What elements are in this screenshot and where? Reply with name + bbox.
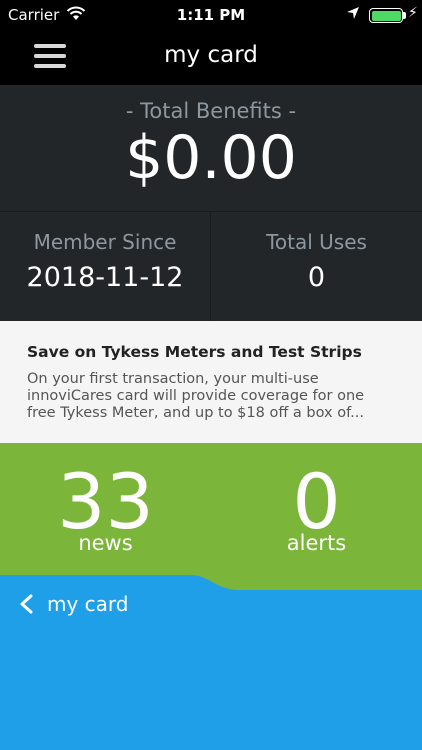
promo-title: Save on Tykess Meters and Test Strips [27, 343, 362, 361]
charging-bolt-icon: ⚡ [408, 5, 418, 21]
total-benefits-label: - Total Benefits - [125, 99, 297, 123]
total-benefits-section: - Total Benefits - $0.00 [0, 85, 422, 211]
page-title: my card [164, 42, 258, 68]
total-benefits-amount: $0.00 [125, 123, 297, 193]
battery-tip [403, 12, 406, 19]
nav-bar: my card [0, 30, 422, 85]
bottom-drawer: my card [0, 590, 422, 750]
total-uses-value: 0 [307, 262, 326, 293]
battery-icon [369, 8, 403, 23]
chevron-left-icon [20, 594, 33, 614]
location-arrow-icon [346, 6, 360, 24]
news-label: news [78, 531, 133, 555]
promo-card[interactable]: Save on Tykess Meters and Test Strips On… [0, 321, 422, 443]
total-uses-stat: Total Uses 0 [211, 212, 422, 322]
member-since-label: Member Since [33, 230, 177, 254]
stats-section: Member Since 2018-11-12 Total Uses 0 [0, 211, 422, 322]
alerts-label: alerts [286, 531, 347, 555]
status-bar: Carrier 1:11 PM ⚡ [0, 0, 422, 30]
back-label: my card [47, 592, 129, 616]
promo-body: On your first transaction, your multi-us… [27, 371, 365, 421]
member-since-value: 2018-11-12 [26, 262, 184, 293]
member-since-stat: Member Since 2018-11-12 [0, 212, 211, 322]
total-uses-label: Total Uses [266, 230, 367, 254]
